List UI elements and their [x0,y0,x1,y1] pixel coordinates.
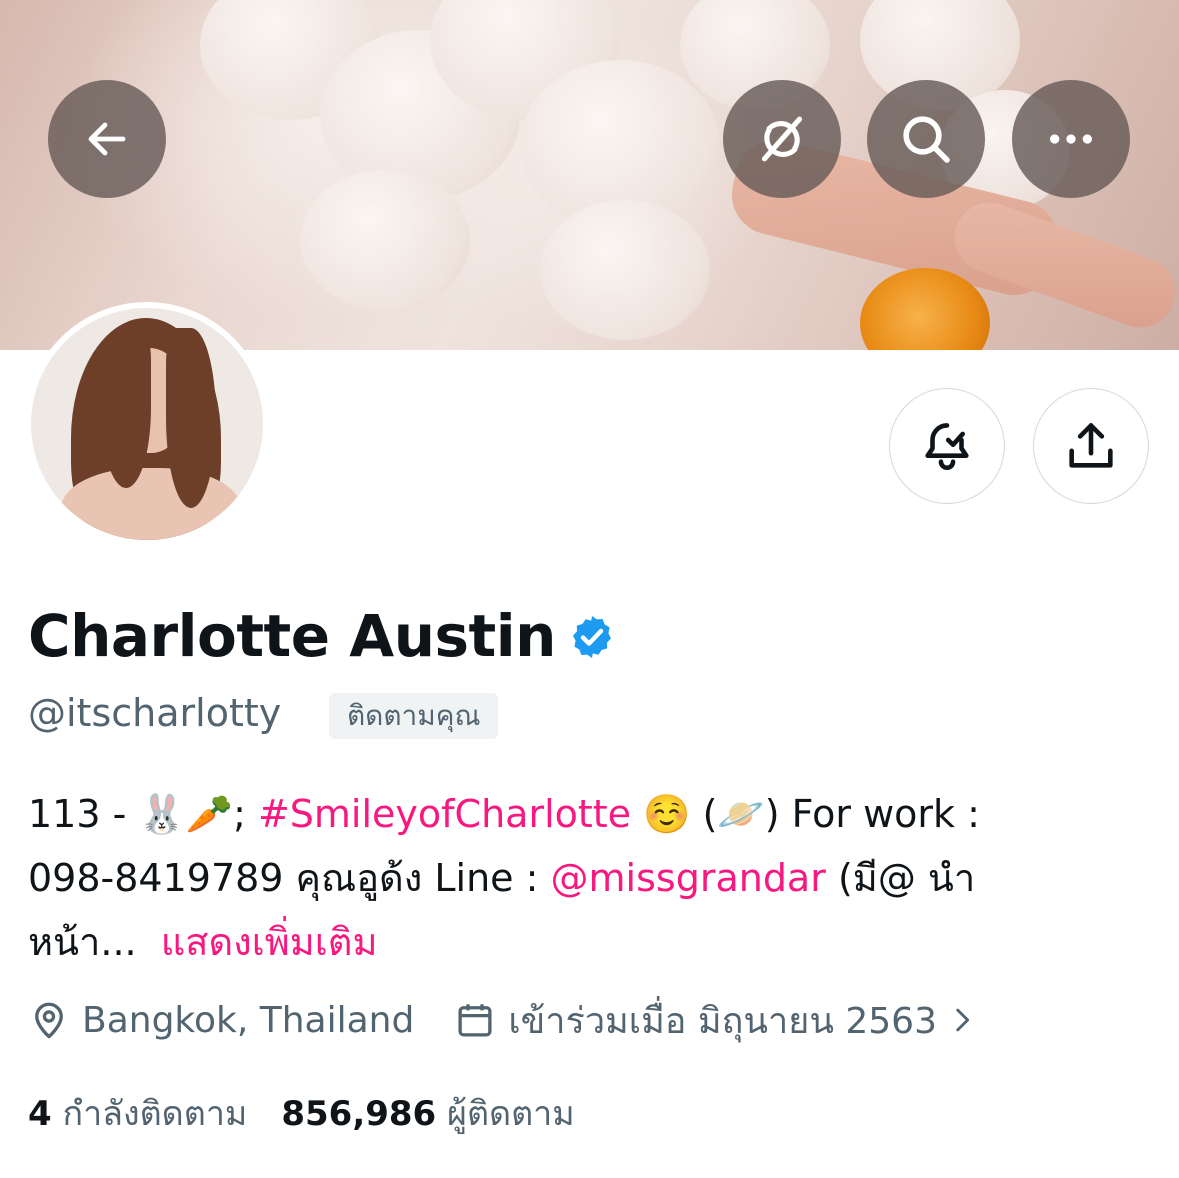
joined-date[interactable]: เข้าร่วมเมื่อ มิถุนายน 2563 [454,992,979,1049]
bell-check-icon [925,423,969,471]
display-name: Charlotte Austin [28,602,556,670]
show-more-link[interactable]: แสดงเพิ่มเติม [161,920,378,964]
bio-line-3: หน้า... แสดงเพิ่มเติม [28,910,1158,974]
carrot-emoji: 🥕 [185,792,234,836]
more-button[interactable] [1012,80,1130,198]
followers-label: ผู้ติดตาม [447,1094,575,1134]
bio-text: ) For work : [764,792,980,836]
hashtag-link[interactable]: #SmileyofCharlotte [258,792,631,836]
search-button[interactable] [867,80,985,198]
bio: 113 - 🐰🥕; #SmileyofCharlotte ☺️ (🪐) For … [28,782,1158,974]
bio-text: 113 - [28,792,139,836]
following-label: กำลังติดตาม [62,1094,248,1134]
planet-emoji: 🪐 [717,792,765,836]
share-icon [1069,423,1113,468]
bio-text: (มี@ นำ [825,856,976,900]
back-button[interactable] [48,80,166,198]
profile-banner[interactable] [0,0,1179,350]
calendar-icon [458,1004,492,1037]
username: @itscharlotty [28,691,282,735]
joined-text: เข้าร่วมเมื่อ มิถุนายน 2563 [508,1000,937,1042]
verified-badge-icon[interactable] [568,613,616,661]
avatar-image [31,308,263,540]
mention-link[interactable]: @missgrandar [551,856,826,900]
avatar[interactable] [25,302,269,546]
follow-stats: 4 กำลังติดตาม 856,986 ผู้ติดตาม [28,1086,575,1140]
following-link[interactable]: 4 กำลังติดตาม [28,1086,247,1140]
location: Bangkok, Thailand [28,999,414,1041]
bio-text: 098-8419789 คุณอูด้ง Line : [28,856,551,900]
location-pin-icon [35,1002,63,1039]
grok-button[interactable] [723,80,841,198]
following-count: 4 [28,1094,52,1134]
bio-text: ; [233,792,258,836]
bio-text: ( [690,792,718,836]
followers-link[interactable]: 856,986 ผู้ติดตาม [281,1086,574,1140]
arrow-left-icon [88,122,126,156]
rabbit-emoji: 🐰 [138,792,186,836]
more-horizontal-icon [1050,134,1092,144]
location-text: Bangkok, Thailand [82,999,415,1041]
bio-line-1: 113 - 🐰🥕; #SmileyofCharlotte ☺️ (🪐) For … [28,782,1158,846]
grok-icon [761,116,803,162]
chevron-right-icon [956,1008,970,1032]
smile-emoji: ☺️ [643,792,691,836]
bio-text: หน้า... [28,920,149,964]
bio-line-2: 098-8419789 คุณอูด้ง Line : @missgrandar… [28,846,1158,910]
followers-count: 856,986 [281,1094,437,1134]
notifications-button[interactable] [889,388,1005,504]
follows-you-badge: ติดตามคุณ [329,693,499,739]
search-icon [903,116,950,163]
profile-meta: Bangkok, Thailand เข้าร่วมเมื่อ มิถุนายน… [28,992,979,1048]
share-button[interactable] [1033,388,1149,504]
